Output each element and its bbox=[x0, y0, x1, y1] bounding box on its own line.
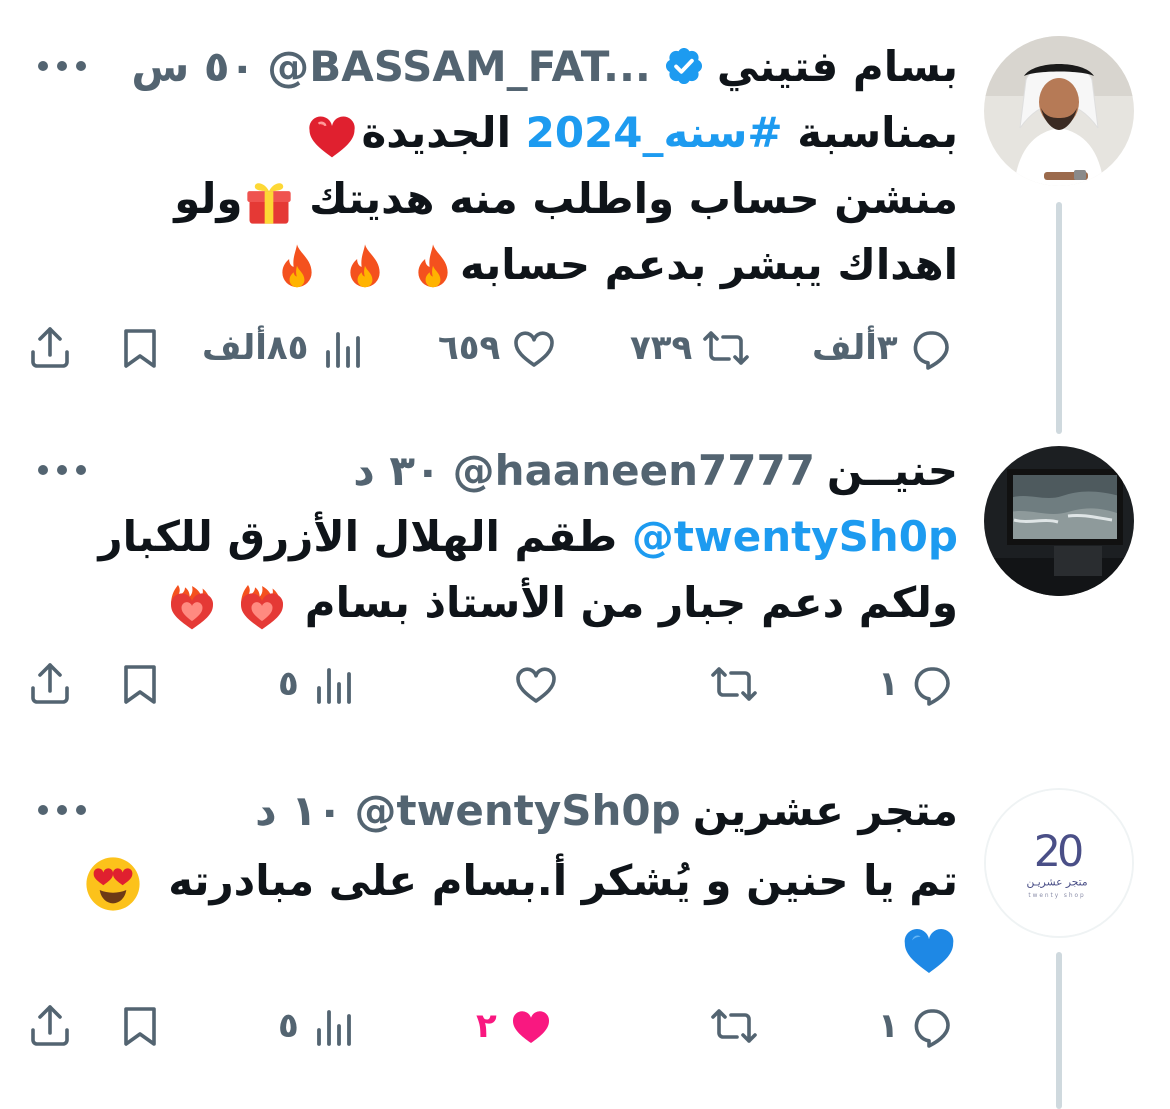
views-button[interactable]: ٥ bbox=[278, 996, 357, 1056]
text-segment: طقم الهلال الأزرق للكبار bbox=[98, 512, 632, 561]
share-button[interactable] bbox=[26, 654, 74, 714]
like-icon bbox=[512, 660, 560, 708]
reply-button[interactable]: ١ bbox=[878, 996, 957, 1056]
handle[interactable]: @BASSAM_FAT... bbox=[267, 42, 651, 91]
fire-emoji bbox=[338, 241, 392, 295]
action-bar: ١ ٢ ٥ bbox=[0, 996, 1170, 1056]
handle[interactable]: @haaneen7777 bbox=[453, 446, 815, 495]
views-button[interactable]: ٨٥ألف bbox=[202, 318, 366, 378]
retweet-count: ٧٣٩ bbox=[630, 328, 693, 368]
text-segment: تم يا حنين و يُشكر أ.بسام على مبادرته bbox=[168, 856, 958, 905]
reply-icon bbox=[909, 660, 957, 708]
avatar[interactable] bbox=[984, 36, 1134, 186]
bookmark-button[interactable] bbox=[116, 996, 164, 1056]
share-icon bbox=[26, 324, 74, 372]
hashtag-link[interactable]: #سنه_2024 bbox=[526, 108, 783, 157]
text-segment: اهداك يبشر بدعم حسابه bbox=[460, 240, 958, 289]
tweet-header: متجر عشرين @twentySh0p ١٠ د bbox=[255, 780, 958, 840]
text-segment: ولكم دعم جبار من الأستاذ بسام bbox=[304, 578, 958, 627]
share-button[interactable] bbox=[26, 996, 74, 1056]
display-name[interactable]: حنيــن bbox=[827, 446, 958, 495]
logo-subtext: twenty shop bbox=[1028, 893, 1085, 899]
fire-emoji bbox=[406, 241, 460, 295]
views-icon bbox=[309, 1002, 357, 1050]
retweet-button[interactable]: ٧٣٩ bbox=[630, 318, 750, 378]
tweet[interactable]: بسام فتيني @BASSAM_FAT... ٥٠ س بمناسبة #… bbox=[0, 36, 1170, 416]
share-button[interactable] bbox=[26, 318, 74, 378]
svg-text:20: 20 bbox=[1034, 827, 1082, 877]
views-count: ٨٥ألف bbox=[202, 328, 309, 368]
views-count: ٥ bbox=[278, 1006, 299, 1046]
text-segment: بمناسبة bbox=[782, 108, 958, 157]
reply-button[interactable]: ٣ألف bbox=[812, 318, 956, 378]
timestamp[interactable]: ٣٠ د bbox=[353, 446, 440, 495]
reply-icon bbox=[908, 324, 956, 372]
retweet-icon bbox=[710, 1002, 758, 1050]
avatar[interactable] bbox=[984, 446, 1134, 596]
like-button[interactable] bbox=[512, 654, 560, 714]
views-count: ٥ bbox=[278, 664, 299, 704]
tweet-text: بمناسبة #سنه_2024 الجديدة منشن حساب واطل… bbox=[174, 100, 958, 298]
text-segment: منشن حساب واطلب منه هديتك bbox=[309, 174, 958, 223]
share-icon bbox=[26, 1002, 74, 1050]
like-count: ٦٥٩ bbox=[438, 328, 501, 368]
text-segment: الجديدة bbox=[361, 108, 526, 157]
tweet-text: @twentySh0p طقم الهلال الأزرق للكبار ولك… bbox=[98, 504, 958, 636]
gift-emoji bbox=[243, 176, 295, 228]
handle[interactable]: @twentySh0p bbox=[355, 786, 681, 835]
verified-icon bbox=[663, 45, 705, 87]
reply-button[interactable]: ١ bbox=[878, 654, 957, 714]
bookmark-icon bbox=[116, 324, 164, 372]
like-button[interactable]: ٦٥٩ bbox=[438, 318, 558, 378]
like-icon bbox=[507, 1002, 555, 1050]
display-name[interactable]: بسام فتيني bbox=[717, 42, 958, 91]
bookmark-button[interactable] bbox=[116, 318, 164, 378]
text-segment: ولو bbox=[174, 174, 243, 223]
tweet[interactable]: حنيــن @haaneen7777 ٣٠ د @twentySh0p طقم… bbox=[0, 440, 1170, 740]
fire-emoji bbox=[270, 241, 324, 295]
like-count: ٢ bbox=[476, 1006, 497, 1046]
heart-on-fire-emoji bbox=[234, 578, 290, 634]
tweet[interactable]: 20 متجر عشريـن twenty shop متجر عشرين @t… bbox=[0, 780, 1170, 1109]
bookmark-icon bbox=[116, 660, 164, 708]
display-name[interactable]: متجر عشرين bbox=[693, 786, 958, 835]
reply-count: ١ bbox=[878, 1006, 899, 1046]
timestamp[interactable]: ٥٠ س bbox=[131, 42, 255, 91]
views-icon bbox=[309, 660, 357, 708]
more-icon[interactable] bbox=[38, 458, 98, 482]
reply-thread: بسام فتيني @BASSAM_FAT... ٥٠ س بمناسبة #… bbox=[0, 0, 1170, 1109]
retweet-button[interactable] bbox=[710, 654, 758, 714]
mention-link[interactable]: @twentySh0p bbox=[632, 512, 958, 561]
retweet-icon bbox=[702, 324, 750, 372]
blue-heart-emoji bbox=[900, 921, 958, 979]
bookmark-icon bbox=[116, 1002, 164, 1050]
avatar[interactable]: 20 متجر عشريـن twenty shop bbox=[984, 788, 1134, 938]
heart-eyes-emoji bbox=[84, 855, 142, 913]
action-bar: ٣ألف ٧٣٩ ٦٥٩ ٨٥ألف bbox=[0, 318, 1170, 378]
share-icon bbox=[26, 660, 74, 708]
tweet-header: بسام فتيني @BASSAM_FAT... ٥٠ س bbox=[131, 36, 958, 96]
action-bar: ١ ٥ bbox=[0, 654, 1170, 714]
views-icon bbox=[318, 324, 366, 372]
logo-text: متجر عشريـن bbox=[1026, 875, 1087, 888]
like-icon bbox=[510, 324, 558, 372]
tweet-header: حنيــن @haaneen7777 ٣٠ د bbox=[353, 440, 958, 500]
timestamp[interactable]: ١٠ د bbox=[255, 786, 342, 835]
more-icon[interactable] bbox=[38, 54, 98, 78]
retweet-icon bbox=[710, 660, 758, 708]
reply-icon bbox=[909, 1002, 957, 1050]
views-button[interactable]: ٥ bbox=[278, 654, 357, 714]
red-heart-emoji bbox=[305, 109, 359, 163]
tweet-text: تم يا حنين و يُشكر أ.بسام على مبادرته bbox=[84, 848, 958, 980]
like-button[interactable]: ٢ bbox=[476, 996, 555, 1056]
bookmark-button[interactable] bbox=[116, 654, 164, 714]
reply-count: ٣ألف bbox=[812, 328, 898, 368]
retweet-button[interactable] bbox=[710, 996, 758, 1056]
more-icon[interactable] bbox=[38, 798, 98, 822]
heart-on-fire-emoji bbox=[164, 578, 220, 634]
reply-count: ١ bbox=[878, 664, 899, 704]
